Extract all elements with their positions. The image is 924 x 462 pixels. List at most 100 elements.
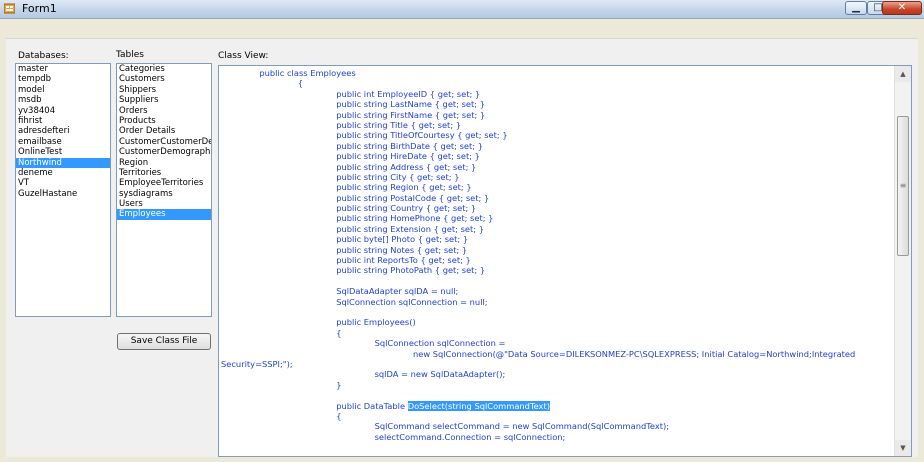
- database-list-item[interactable]: tempdb: [16, 74, 110, 84]
- code-line: public int EmployeeID { get; set; }: [221, 89, 891, 99]
- code-line-text: public Employees(): [336, 317, 416, 328]
- code-line-text: public string Notes { get; set; }: [336, 244, 468, 255]
- database-list-item[interactable]: msdb: [16, 95, 110, 105]
- table-list-item[interactable]: Products: [117, 116, 211, 126]
- code-line: public string PhotoPath { get; set; }: [221, 265, 891, 275]
- code-line-text: public string City { get; set; }: [336, 171, 460, 182]
- table-list-item[interactable]: Suppliers: [117, 95, 211, 105]
- code-line: public string HomePhone { get; set; }: [221, 213, 891, 223]
- code-line: public string Title { get; set; }: [221, 120, 891, 130]
- database-list-item[interactable]: VT: [16, 178, 110, 188]
- form-client-area: Databases: Tables Class View: master temp…: [6, 38, 918, 457]
- class-view-label: Class View:: [218, 51, 269, 61]
- table-list-item[interactable]: CustomerDemographics: [117, 147, 211, 157]
- code-line-text: }: [336, 379, 342, 390]
- database-list-item[interactable]: deneme: [16, 168, 110, 178]
- code-line-text: public int ReportsTo { get; set; }: [336, 255, 471, 266]
- code-line-text: public string Title { get; set; }: [336, 119, 462, 130]
- table-list-item[interactable]: Territories: [117, 168, 211, 178]
- code-line-text: {: [297, 78, 304, 89]
- form1-window: Form1 ▁ □ ✕ Databases: Tables Class View…: [0, 0, 924, 462]
- table-list-item[interactable]: Categories: [117, 64, 211, 74]
- code-line-text: public string HireDate { get; set; }: [336, 151, 480, 162]
- scroll-down-button[interactable]: ▼: [895, 440, 911, 456]
- code-line: public string TitleOfCourtesy { get; set…: [221, 130, 891, 140]
- code-line-text: {: [336, 327, 342, 338]
- code-line: SqlDataAdapter sqlDA = null;: [221, 286, 891, 296]
- code-line: sqlDA = new SqlDataAdapter();: [221, 369, 891, 379]
- table-list-item[interactable]: sysdiagrams: [117, 189, 211, 199]
- database-list-item[interactable]: Northwind: [16, 157, 110, 168]
- code-line-text: public DataTable: [336, 400, 408, 411]
- table-list-item[interactable]: Customers: [117, 74, 211, 84]
- scroll-thumb[interactable]: ≡: [897, 116, 909, 256]
- class-view-textbox[interactable]: public class Employees{public int Employ…: [218, 65, 912, 457]
- window-title: Form1: [22, 2, 57, 15]
- code-line: public string LastName { get; set; }: [221, 99, 891, 109]
- code-line-text: public class Employees: [259, 68, 356, 78]
- database-list-item[interactable]: model: [16, 85, 110, 95]
- database-list-item[interactable]: fihrist: [16, 116, 110, 126]
- code-line-text: SqlConnection sqlConnection =: [374, 338, 506, 349]
- code-line-text: SqlDataAdapter sqlDA = null;: [336, 286, 459, 297]
- code-line: public Employees(): [221, 317, 891, 327]
- form-app-icon: [4, 3, 15, 14]
- database-list-item[interactable]: emailbase: [16, 137, 110, 147]
- code-line-text: public string Address { get; set; }: [336, 161, 477, 172]
- code-line-text: public string HomePhone { get; set; }: [336, 213, 494, 224]
- class-code-text: public class Employees{public int Employ…: [221, 68, 891, 442]
- databases-label: Databases:: [18, 51, 69, 61]
- code-line-text: public string BirthDate { get; set; }: [336, 140, 483, 151]
- database-list-item[interactable]: yv38404: [16, 106, 110, 116]
- code-line-text: public string TitleOfCourtesy { get; set…: [336, 130, 508, 141]
- vertical-scrollbar[interactable]: ▲ ≡ ▼: [894, 66, 911, 456]
- table-list-item[interactable]: EmployeeTerritories: [117, 178, 211, 188]
- code-line: SqlCommand selectCommand = new SqlComman…: [221, 421, 891, 431]
- code-line-text: public string LastName { get; set; }: [336, 99, 486, 110]
- code-line-text: SqlCommand selectCommand = new SqlComman…: [374, 421, 670, 432]
- table-list-item[interactable]: Employees: [117, 209, 211, 220]
- code-line: public class Employees: [221, 68, 891, 78]
- save-class-file-button[interactable]: Save Class File: [117, 333, 211, 350]
- code-line: public int ReportsTo { get; set; }: [221, 255, 891, 265]
- minimize-button[interactable]: ▁: [845, 1, 867, 15]
- database-list-item[interactable]: OnlineTest: [16, 147, 110, 157]
- scroll-down-arrow-icon: ▼: [900, 444, 906, 452]
- minimize-icon: ▁: [852, 2, 860, 13]
- code-line: selectCommand.Connection = sqlConnection…: [221, 432, 891, 442]
- code-line-text: selectCommand.Connection = sqlConnection…: [374, 431, 566, 442]
- database-list-item[interactable]: adresdefteri: [16, 126, 110, 136]
- title-bar[interactable]: Form1 ▁ □ ✕: [0, 0, 924, 19]
- code-line: {: [221, 411, 891, 421]
- table-list-item[interactable]: Order Details: [117, 126, 211, 136]
- code-line-text: SqlConnection sqlConnection = null;: [336, 296, 488, 307]
- scroll-up-button[interactable]: ▲: [895, 66, 911, 82]
- code-line: public string PostalCode { get; set; }: [221, 193, 891, 203]
- scroll-up-arrow-icon: ▲: [900, 70, 906, 78]
- code-line: public string FirstName { get; set; }: [221, 110, 891, 120]
- table-list-item[interactable]: Region: [117, 158, 211, 168]
- tables-listbox[interactable]: Categories Customers Shippers Suppliers Orde…: [116, 63, 212, 317]
- databases-listbox[interactable]: master tempdb model msdb yv38404 fihrist adres…: [15, 63, 111, 317]
- code-line: public string HireDate { get; set; }: [221, 151, 891, 161]
- database-list-item[interactable]: master: [16, 64, 110, 74]
- code-line: {: [221, 78, 891, 88]
- table-list-item[interactable]: CustomerCustomerDemo: [117, 137, 211, 147]
- close-icon: ✕: [897, 2, 907, 13]
- table-list-item[interactable]: Shippers: [117, 85, 211, 95]
- code-line-text: public int EmployeeID { get; set; }: [336, 88, 481, 99]
- code-line-text: public string Region { get; set; }: [336, 182, 472, 193]
- database-list-item[interactable]: GuzelHastane: [16, 189, 110, 199]
- code-line: new SqlConnection(@"Data Source=DILEKSON…: [221, 349, 891, 359]
- code-line-text: public byte[] Photo { get; set; }: [336, 234, 469, 245]
- code-line: {: [221, 328, 891, 338]
- code-line: Security=SSPI;");: [221, 359, 891, 369]
- table-list-item[interactable]: Users: [117, 199, 211, 209]
- close-button[interactable]: ✕: [882, 1, 922, 15]
- code-line-text: public string Extension { get; set; }: [336, 223, 484, 234]
- code-line: public byte[] Photo { get; set; }: [221, 234, 891, 244]
- table-list-item[interactable]: Orders: [117, 106, 211, 116]
